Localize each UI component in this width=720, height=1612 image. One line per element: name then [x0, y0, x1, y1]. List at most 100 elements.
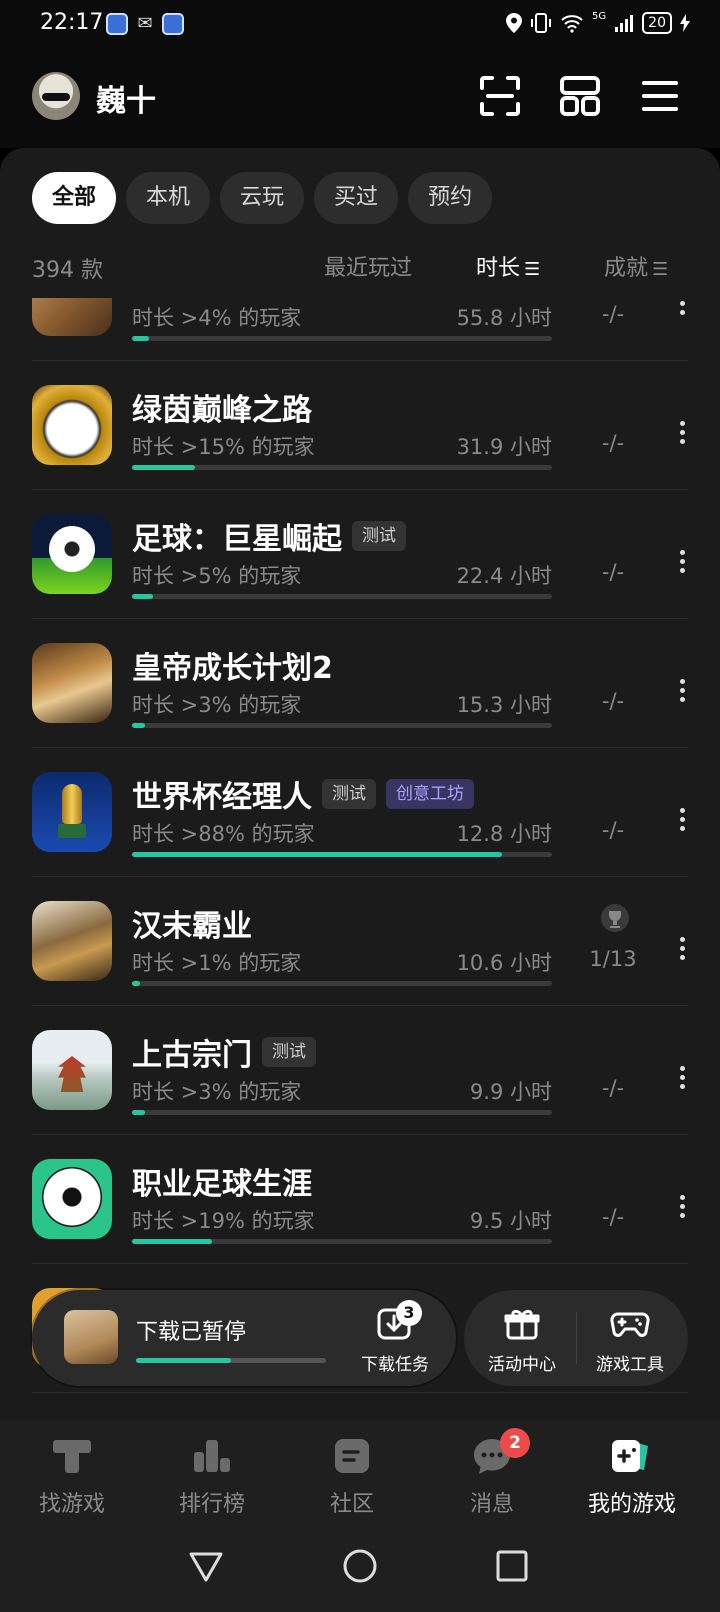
playtime-progress-fill — [132, 723, 145, 728]
download-tasks-button[interactable]: 3 下载任务 — [350, 1300, 440, 1375]
tab-local[interactable]: 本机 — [126, 172, 211, 224]
app-notification-icon — [162, 13, 184, 35]
sort-recent-button[interactable]: 最近玩过 — [324, 250, 412, 282]
nav-label: 排行榜 — [178, 1492, 245, 1517]
playtime-percentile: 时长 >15% 的玩家 — [132, 435, 315, 459]
nav-find-games[interactable]: 找游戏 — [0, 1436, 144, 1518]
playtime-hours: 10.6 小时 — [456, 951, 552, 975]
playtime-hours: 22.4 小时 — [456, 564, 552, 588]
nav-label: 找游戏 — [38, 1492, 105, 1517]
tab-purchased[interactable]: 买过 — [314, 172, 399, 224]
game-tools-button[interactable]: 游戏工具 — [580, 1304, 680, 1375]
nav-community[interactable]: 社区 — [280, 1436, 424, 1518]
achievement-count: -/- — [601, 689, 625, 713]
more-options-icon[interactable] — [674, 546, 690, 584]
sort-achievement-button[interactable]: 成就 ☰ — [604, 250, 668, 282]
list-item[interactable]: 绿茵巅峰之路 时长 >15% 的玩家 31.9 小时 -/- — [0, 361, 720, 490]
achievement-count: -/- — [601, 431, 625, 455]
download-count-badge: 3 — [396, 1300, 422, 1326]
game-name: 世界杯经理人 — [132, 780, 312, 815]
game-title-row: 绿茵巅峰之路 — [132, 385, 312, 429]
game-title-row: 职业足球生涯 — [132, 1159, 312, 1203]
tab-all[interactable]: 全部 — [32, 172, 117, 224]
world-cup-trophy-icon — [32, 772, 112, 852]
gift-icon — [504, 1309, 540, 1340]
beta-badge: 测试 — [262, 1037, 316, 1067]
list-item[interactable]: 上古宗门 测试 时长 >3% 的玩家 9.9 小时 -/- — [0, 1006, 720, 1135]
beta-badge: 测试 — [352, 521, 406, 551]
download-progress-fill — [136, 1358, 231, 1363]
bottom-navigation: 找游戏 排行榜 社区 2 消息 我的游戏 — [0, 1420, 720, 1520]
tab-cloud[interactable]: 云玩 — [220, 172, 305, 224]
avatar[interactable] — [32, 72, 80, 120]
downloading-game-thumbnail — [64, 1310, 118, 1364]
playtime-hours: 12.8 小时 — [456, 822, 552, 846]
menu-icon[interactable] — [638, 74, 682, 118]
recents-icon[interactable] — [492, 1546, 532, 1586]
more-options-icon[interactable] — [674, 1191, 690, 1229]
game-title-row: 上古宗门 测试 — [132, 1030, 316, 1074]
achievement-count: -/- — [601, 1205, 625, 1229]
achievement-count: -/- — [601, 560, 625, 584]
playtime-progress — [132, 723, 552, 728]
download-status-bar[interactable]: 下载已暂停 3 下载任务 — [32, 1290, 456, 1386]
trophy-icon — [601, 904, 629, 932]
football-pitch-icon — [32, 514, 112, 594]
game-title-row: 皇帝成长计划2 — [132, 643, 333, 687]
status-bar: 22:17 ✉ 5G 20 — [0, 0, 720, 48]
game-title-row: 汉末霸业 — [132, 901, 252, 945]
home-icon[interactable] — [340, 1546, 380, 1586]
events-center-button[interactable]: 活动中心 — [472, 1304, 572, 1375]
nav-my-games[interactable]: 我的游戏 — [560, 1436, 704, 1518]
nav-label: 社区 — [329, 1492, 374, 1517]
nav-label: 消息 — [469, 1492, 514, 1517]
game-title-row: 足球：巨星崛起 测试 — [132, 514, 406, 558]
game-name: 皇帝成长计划2 — [132, 651, 333, 686]
back-icon[interactable] — [186, 1546, 226, 1586]
game-name: 汉末霸业 — [132, 909, 252, 944]
system-navigation-bar — [0, 1520, 720, 1612]
playtime-progress — [132, 465, 552, 470]
list-item[interactable]: 足球：巨星崛起 测试 时长 >5% 的玩家 22.4 小时 -/- — [0, 490, 720, 619]
achievement-count: 1/13 — [589, 947, 637, 971]
status-indicators: 5G 20 — [506, 11, 690, 34]
list-item[interactable]: 皇帝成长计划2 时长 >3% 的玩家 15.3 小时 -/- — [0, 619, 720, 748]
sort-duration-label: 时长 — [476, 256, 521, 281]
list-item[interactable]: 时长 >4% 的玩家 55.8 小时 -/- — [0, 298, 720, 361]
playtime-progress-fill — [132, 594, 153, 599]
notification-icons: ✉ — [106, 13, 184, 35]
playtime-progress-fill — [132, 465, 195, 470]
more-options-icon[interactable] — [674, 417, 690, 455]
playtime-percentile: 时长 >4% 的玩家 — [132, 306, 302, 330]
game-name: 职业足球生涯 — [132, 1167, 312, 1202]
game-name: 上古宗门 — [132, 1038, 252, 1073]
tab-reserved[interactable]: 预约 — [408, 172, 493, 224]
sort-duration-button[interactable]: 时长 ☰ — [476, 250, 540, 282]
signal-icon — [615, 15, 634, 32]
username[interactable]: 巍十 — [96, 76, 156, 120]
game-title-row: 世界杯经理人 测试 创意工坊 — [132, 772, 474, 816]
emperor-portrait-icon — [32, 643, 112, 723]
nav-label: 我的游戏 — [587, 1492, 676, 1517]
playtime-progress-fill — [132, 981, 141, 986]
nav-ranking[interactable]: 排行榜 — [140, 1436, 284, 1518]
download-tasks-label: 下载任务 — [361, 1355, 429, 1375]
scan-icon[interactable] — [478, 74, 522, 118]
more-options-icon[interactable] — [674, 804, 690, 842]
download-progress — [136, 1358, 326, 1363]
playtime-progress — [132, 981, 552, 986]
more-options-icon[interactable] — [674, 933, 690, 971]
more-options-icon[interactable] — [674, 675, 690, 713]
nav-messages[interactable]: 2 消息 — [420, 1428, 564, 1518]
status-time: 22:17 — [40, 10, 104, 35]
list-item[interactable]: 汉末霸业 时长 >1% 的玩家 10.6 小时 1/13 — [0, 877, 720, 1006]
list-item[interactable]: 职业足球生涯 时长 >19% 的玩家 9.5 小时 -/- — [0, 1135, 720, 1264]
vibrate-icon — [531, 13, 552, 33]
message-count-badge: 2 — [500, 1428, 530, 1458]
more-options-icon[interactable] — [674, 1062, 690, 1100]
game-name: 绿茵巅峰之路 — [132, 393, 312, 428]
app-notification-icon — [106, 13, 128, 35]
list-item[interactable]: 世界杯经理人 测试 创意工坊 时长 >88% 的玩家 12.8 小时 -/- — [0, 748, 720, 877]
more-options-icon[interactable] — [674, 298, 690, 326]
layout-grid-icon[interactable] — [558, 74, 602, 118]
